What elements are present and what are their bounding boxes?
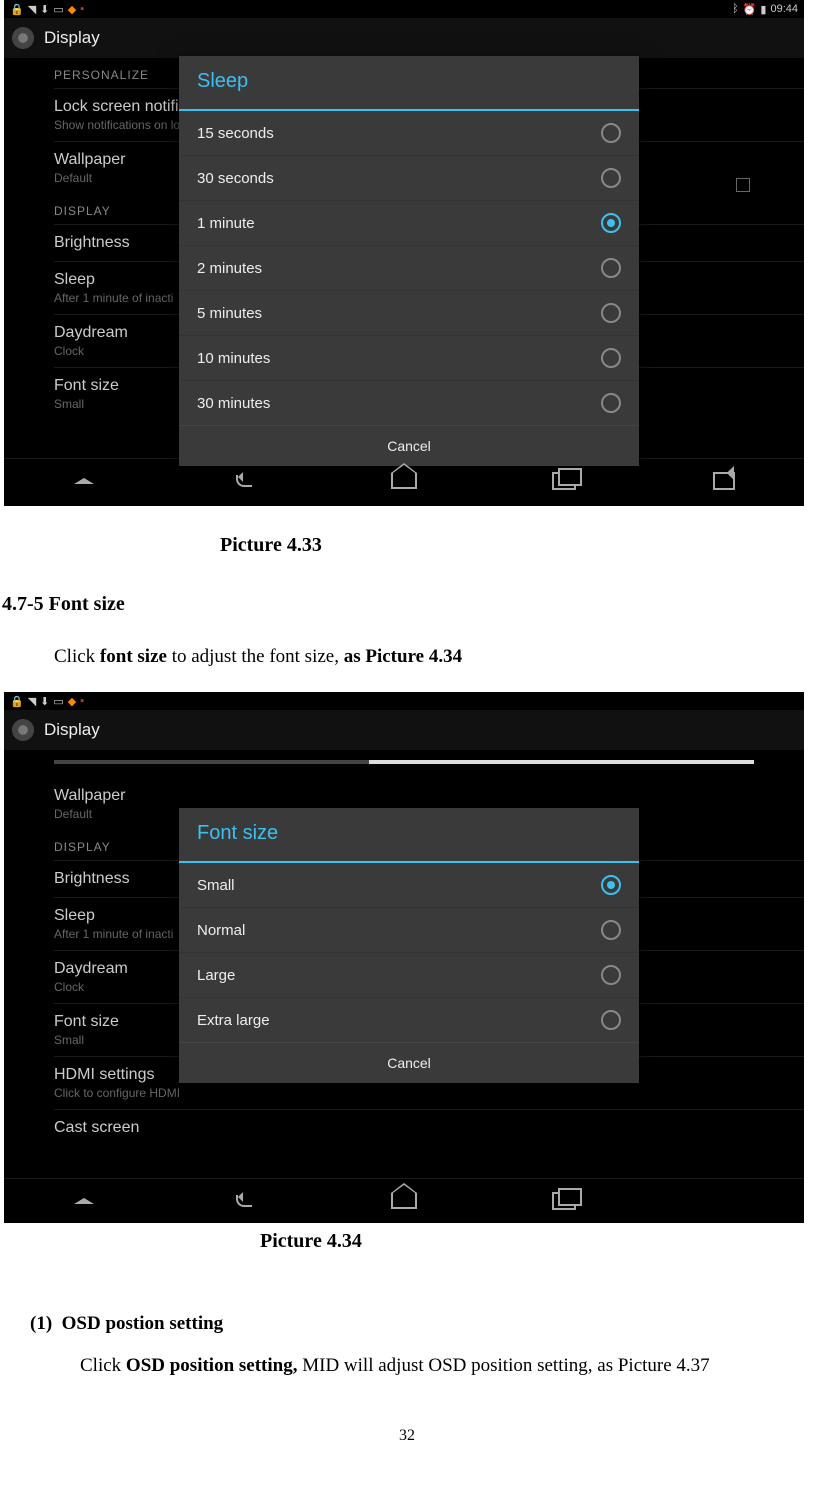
radio-icon [601, 168, 621, 188]
osd-section: (1) OSD postion setting [30, 1303, 814, 1345]
radio-icon [601, 258, 621, 278]
cancel-button[interactable]: Cancel [179, 425, 639, 466]
option-label: 1 minute [197, 215, 255, 232]
option-label: Normal [197, 922, 245, 939]
pref-title: Wallpaper [54, 787, 804, 805]
download-icon: ⬇ [40, 695, 49, 708]
sleep-option-30-seconds[interactable]: 30 seconds [179, 156, 639, 201]
pref-title: Cast screen [54, 1119, 804, 1137]
font-option-extra-large[interactable]: Extra large [179, 998, 639, 1042]
cancel-button[interactable]: Cancel [179, 1042, 639, 1083]
font-option-large[interactable]: Large [179, 953, 639, 998]
screenshot-font-size-dialog: 🔒 ◥ ⬇ ▭ ◆ ▪ Display Wallpaper Default DI… [4, 692, 804, 1202]
clock-text: 09:44 [770, 3, 798, 15]
lock-icon: 🔒 [10, 695, 24, 708]
option-label: 30 minutes [197, 395, 270, 412]
option-label: Small [197, 877, 235, 894]
settings-header: Display [4, 710, 804, 750]
body-text: Click font size to adjust the font size,… [54, 636, 814, 678]
radio-icon [601, 1010, 621, 1030]
bluetooth-icon: ᛒ [732, 3, 739, 15]
figure-caption: Picture 4.33 [0, 524, 814, 567]
sleep-option-15-seconds[interactable]: 15 seconds [179, 111, 639, 156]
collapse-icon[interactable] [70, 1190, 98, 1212]
font-option-normal[interactable]: Normal [179, 908, 639, 953]
battery-icon: ▮ [760, 3, 766, 16]
lock-icon: 🔒 [10, 3, 24, 16]
radio-icon [601, 348, 621, 368]
status-bar: 🔒 ◥ ⬇ ▭ ◆ ▪ ᛒ ⏰ ▮ 09:44 [4, 0, 804, 18]
sleep-option-5-minutes[interactable]: 5 minutes [179, 291, 639, 336]
page-number: 32 [0, 1427, 814, 1445]
collapse-icon[interactable] [70, 470, 98, 492]
gear-icon [12, 27, 34, 49]
radio-icon [601, 393, 621, 413]
brightness-slider[interactable] [54, 760, 754, 764]
header-title: Display [44, 720, 100, 740]
navigation-bar [4, 458, 804, 503]
sleep-option-10-minutes[interactable]: 10 minutes [179, 336, 639, 381]
home-button[interactable] [390, 470, 418, 492]
font-option-small[interactable]: Small [179, 863, 639, 908]
app-icon: ▪ [80, 695, 84, 707]
sync-icon: ◆ [68, 3, 76, 16]
option-label: Extra large [197, 1012, 270, 1029]
image-icon: ▭ [53, 695, 63, 708]
radio-icon [601, 123, 621, 143]
sleep-dialog: Sleep 15 seconds 30 seconds 1 minute 2 m… [179, 56, 639, 466]
back-button[interactable] [230, 470, 258, 492]
font-size-dialog: Font size Small Normal Large Extra large… [179, 808, 639, 1083]
status-bar: 🔒 ◥ ⬇ ▭ ◆ ▪ [4, 692, 804, 710]
download-icon: ⬇ [40, 3, 49, 16]
sleep-option-1-minute[interactable]: 1 minute [179, 201, 639, 246]
option-label: 30 seconds [197, 170, 274, 187]
option-label: 10 minutes [197, 350, 270, 367]
dialog-title: Font size [179, 808, 639, 863]
recent-apps-button[interactable] [550, 1190, 578, 1212]
radio-icon [601, 213, 621, 233]
sleep-option-2-minutes[interactable]: 2 minutes [179, 246, 639, 291]
back-button[interactable] [230, 1190, 258, 1212]
figure-caption: Picture 4.34 [0, 1220, 814, 1263]
app-icon: ▪ [80, 3, 84, 15]
pref-cast-screen[interactable]: Cast screen [54, 1109, 804, 1146]
gear-icon [12, 719, 34, 741]
radio-icon [601, 875, 621, 895]
screenshot-button[interactable] [710, 470, 738, 492]
osd-body: Click OSD position setting, MID will adj… [80, 1345, 814, 1387]
option-label: Large [197, 967, 235, 984]
option-label: 15 seconds [197, 125, 274, 142]
checkbox-icon[interactable] [736, 178, 750, 192]
dialog-title: Sleep [179, 56, 639, 111]
alarm-icon: ⏰ [743, 3, 757, 16]
header-title: Display [44, 28, 100, 48]
wifi-icon: ◥ [28, 3, 36, 16]
option-label: 5 minutes [197, 305, 262, 322]
option-label: 2 minutes [197, 260, 262, 277]
radio-icon [601, 303, 621, 323]
pref-summary: Click to configure HDMI [54, 1086, 804, 1100]
settings-header: Display [4, 18, 804, 58]
navigation-bar [4, 1178, 804, 1223]
radio-icon [601, 965, 621, 985]
radio-icon [601, 920, 621, 940]
recent-apps-button[interactable] [550, 470, 578, 492]
wifi-icon: ◥ [28, 695, 36, 708]
home-button[interactable] [390, 1190, 418, 1212]
sleep-option-30-minutes[interactable]: 30 minutes [179, 381, 639, 425]
section-heading: 4.7-5 Font size [2, 583, 814, 626]
screenshot-sleep-dialog: 🔒 ◥ ⬇ ▭ ◆ ▪ ᛒ ⏰ ▮ 09:44 Display PERSONAL… [4, 0, 804, 506]
image-icon: ▭ [53, 3, 63, 16]
sync-icon: ◆ [68, 695, 76, 708]
